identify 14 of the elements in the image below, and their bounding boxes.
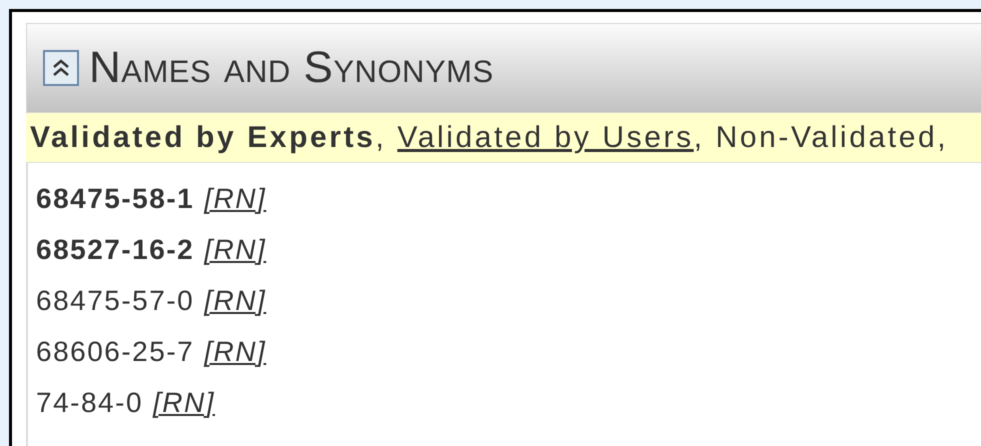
validation-legend: Validated by Experts, Validated by Users, Non-Validated, (26, 113, 981, 163)
rn-link[interactable]: [RN] (204, 330, 266, 372)
registry-number: 68606-25-7 (36, 334, 194, 368)
collapse-icon[interactable] (43, 50, 79, 86)
section-title: Names and Synonyms (89, 42, 494, 94)
validated-by-users-link[interactable]: Validated by Users (397, 121, 694, 154)
registry-number: 68475-58-1 (36, 182, 194, 216)
registry-number: 68475-57-0 (36, 284, 194, 318)
rn-link[interactable]: [RN] (204, 228, 266, 270)
rn-link[interactable]: [RN] (204, 280, 266, 322)
registry-number: 68527-16-2 (36, 232, 194, 266)
registry-number: 74-84-0 (36, 386, 144, 420)
rn-link[interactable]: [RN] (204, 178, 266, 220)
rn-link[interactable]: [RN] (153, 382, 216, 424)
